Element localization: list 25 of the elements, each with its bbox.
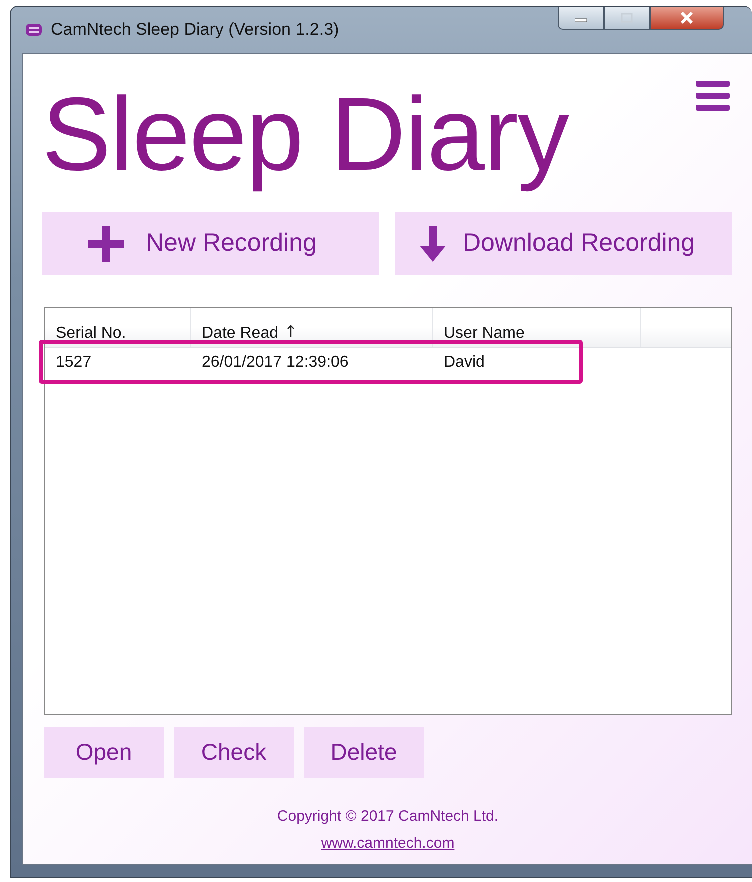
column-header[interactable]: User Name xyxy=(433,308,641,347)
download-button[interactable]: Download Recording xyxy=(395,212,732,275)
close-button[interactable] xyxy=(650,7,724,30)
app-heading: Sleep Diary xyxy=(42,76,569,195)
action-button[interactable]: Open xyxy=(44,727,164,778)
column-header[interactable]: Serial No. xyxy=(45,308,191,347)
action-button[interactable]: Check xyxy=(174,727,294,778)
down-arrow-icon xyxy=(419,226,447,262)
table-cell-text: 26/01/2017 12:39:06 xyxy=(201,354,350,372)
column-header[interactable]: Date Read xyxy=(191,308,433,347)
app-icon xyxy=(25,21,43,39)
action-button[interactable]: Delete xyxy=(304,727,424,778)
minimize-button[interactable] xyxy=(558,7,604,30)
maximize-icon xyxy=(621,13,633,23)
close-icon xyxy=(680,12,694,24)
table-row[interactable]: 1527 26/01/2017 12:39:06 David xyxy=(45,348,731,378)
maximize-button[interactable] xyxy=(604,7,650,30)
plus-icon xyxy=(88,226,124,262)
copyright-text: Copyright © 2017 CamNtech Ltd. xyxy=(277,808,499,825)
website-link[interactable]: www.camntech.com xyxy=(321,835,455,852)
table-cell-text: David xyxy=(443,354,486,372)
window-title: CamNtech Sleep Diary (Version 1.2.3) xyxy=(51,20,340,40)
table-cell-text: 1527 xyxy=(55,354,93,372)
new-recording-button[interactable]: New Recording xyxy=(42,212,379,275)
menu-icon xyxy=(696,81,730,113)
